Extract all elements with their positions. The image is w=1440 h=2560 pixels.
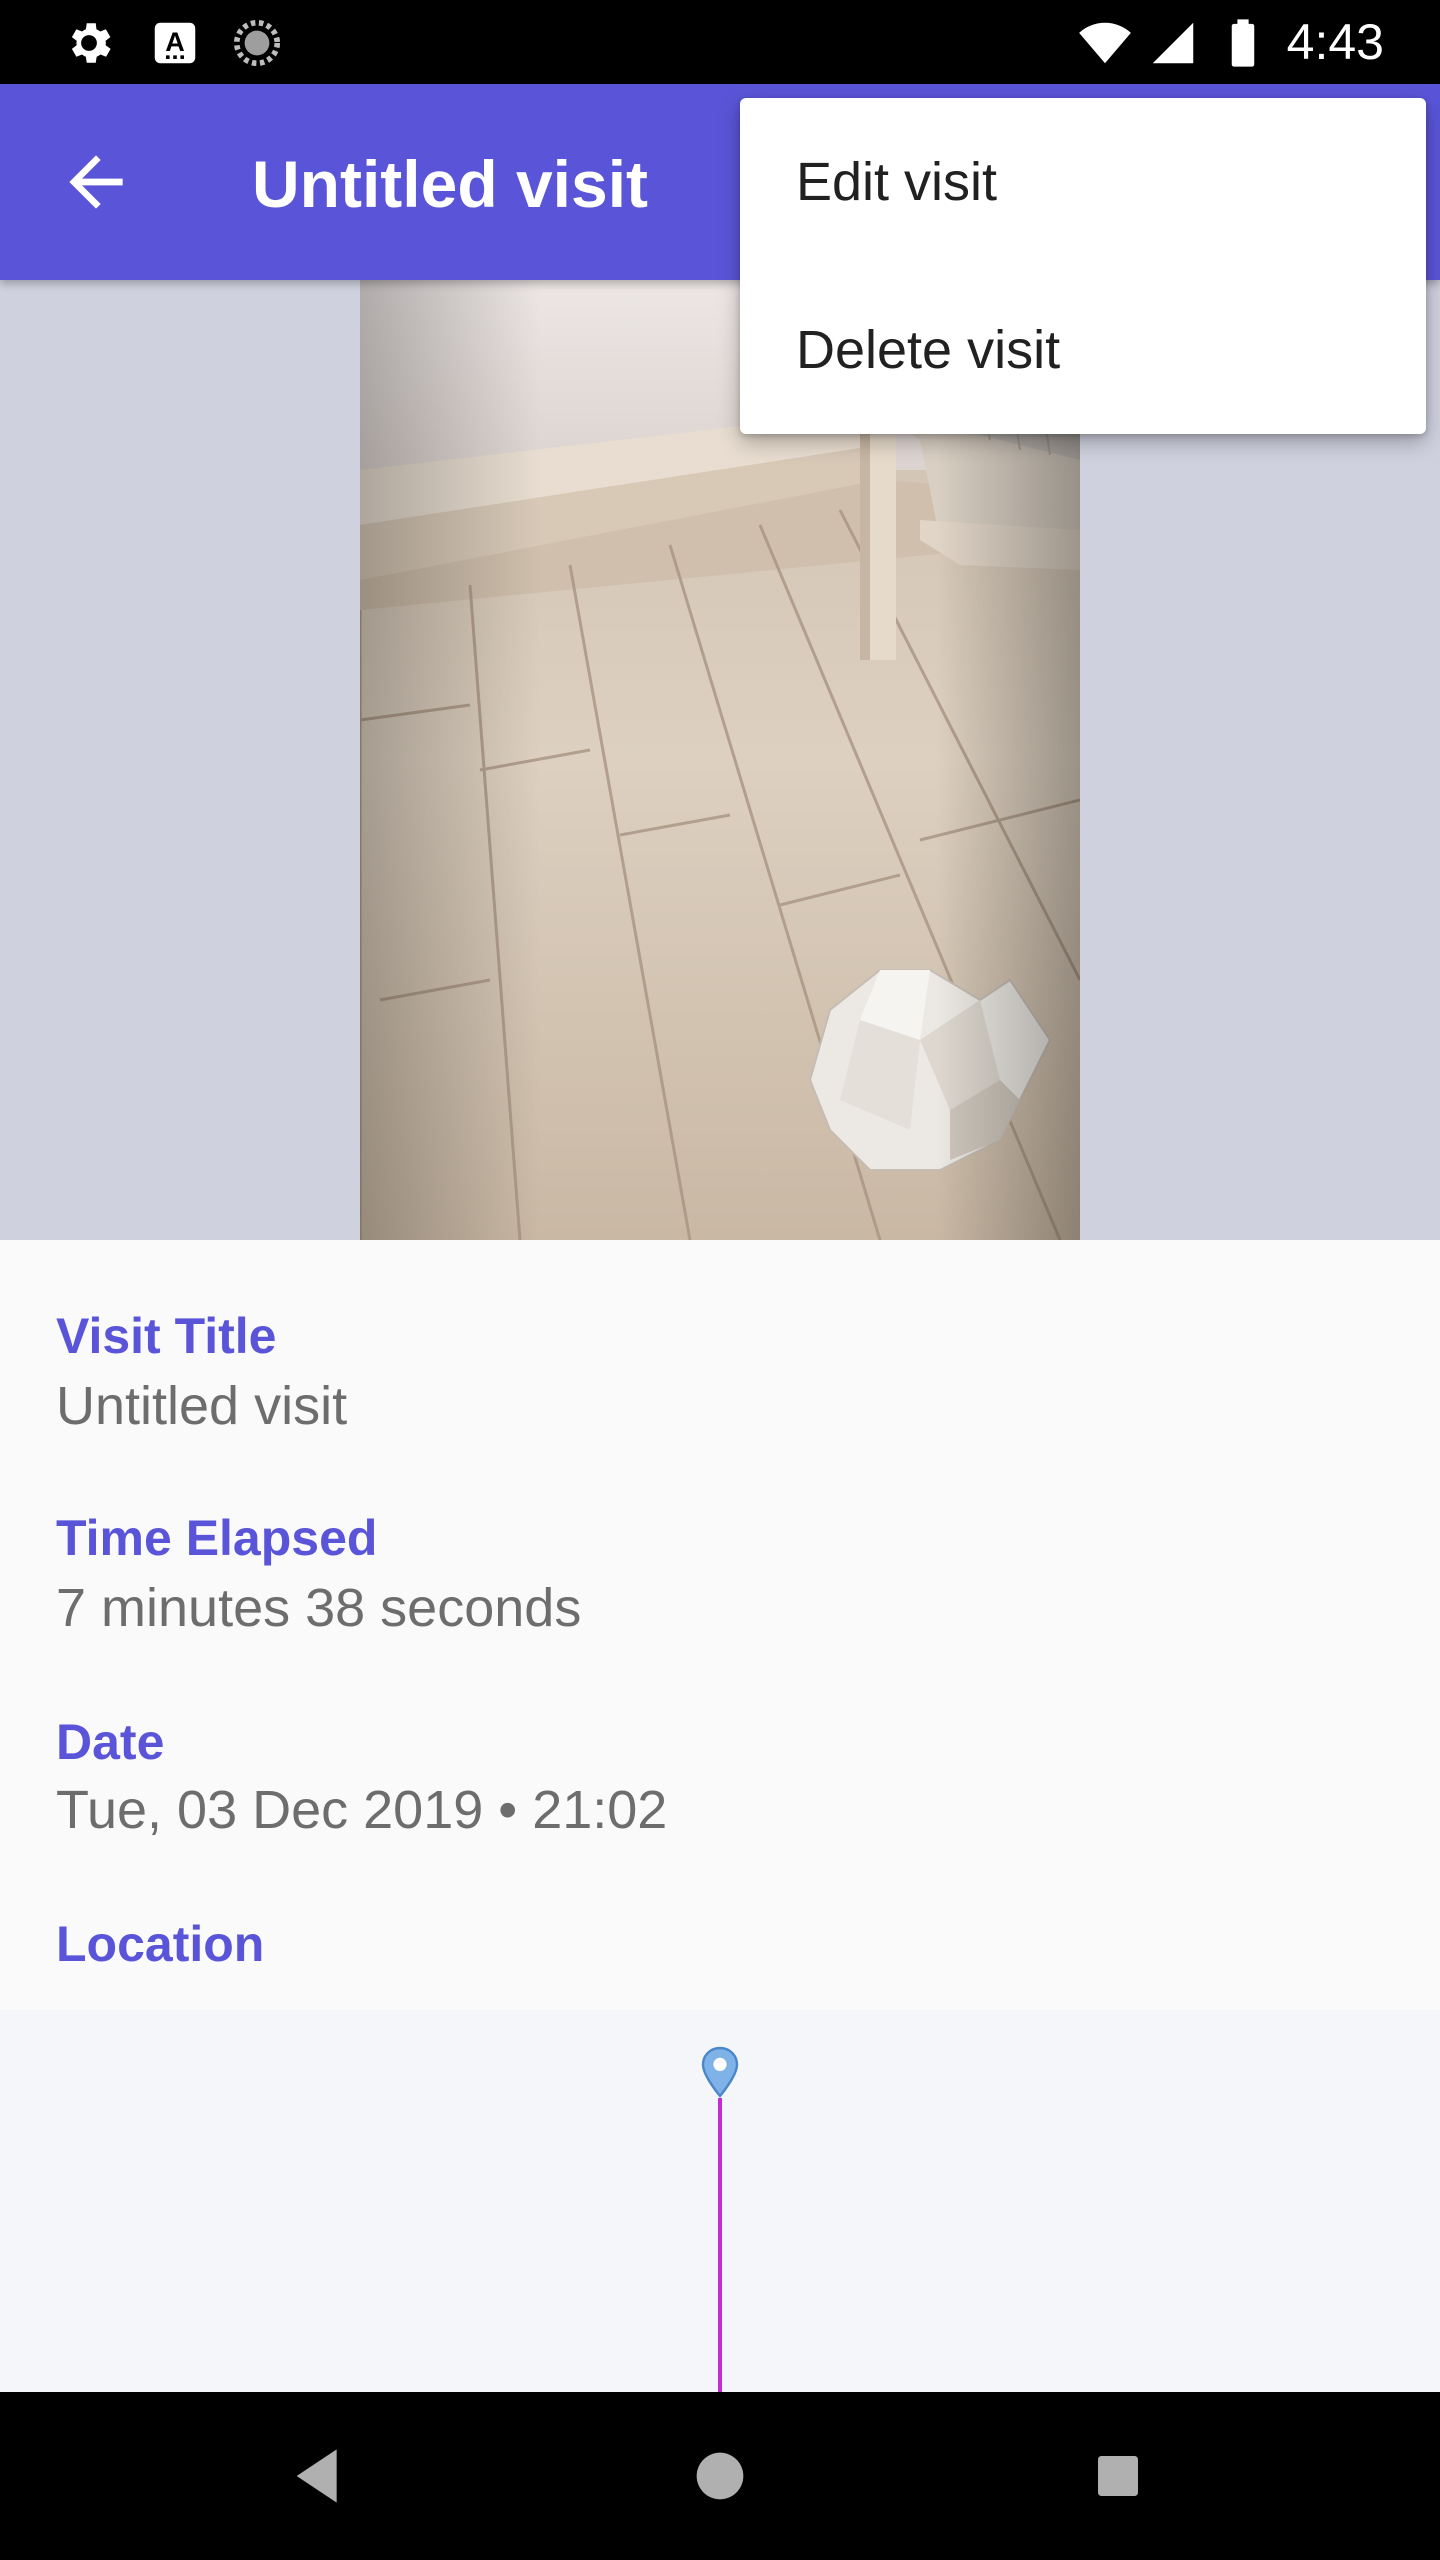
date-value: Tue, 03 Dec 2019 • 21:02: [56, 1780, 668, 1840]
signal-icon: [1152, 22, 1194, 64]
overflow-menu: Edit visit Delete visit: [740, 98, 1426, 434]
menu-item-delete-visit[interactable]: Delete visit: [740, 266, 1426, 434]
location-label: Location: [56, 1916, 265, 1972]
route-line: [718, 2098, 722, 2392]
keyboard-a-icon: A: [154, 22, 196, 64]
menu-item-label: Edit visit: [796, 152, 998, 212]
time-elapsed-value: 7 minutes 38 seconds: [56, 1578, 582, 1638]
visit-title-value: Untitled visit: [56, 1376, 348, 1436]
recents-square-icon[interactable]: [1078, 2436, 1158, 2516]
location-map[interactable]: [0, 2010, 1440, 2392]
visit-details: Visit Title Untitled visit Time Elapsed …: [0, 1240, 1440, 2010]
date-label: Date: [56, 1714, 165, 1770]
system-nav-bar: [0, 2392, 1440, 2560]
sync-spinner-icon: [233, 19, 281, 67]
svg-text:A: A: [165, 27, 185, 57]
back-arrow-icon[interactable]: [56, 142, 136, 222]
status-clock: 4:43: [1286, 14, 1384, 70]
gear-icon: [71, 23, 111, 63]
menu-item-label: Delete visit: [796, 320, 1061, 380]
back-triangle-icon[interactable]: [280, 2436, 360, 2516]
map-pin-icon[interactable]: [700, 2046, 740, 2098]
page-title: Untitled visit: [252, 147, 649, 221]
time-elapsed-label: Time Elapsed: [56, 1510, 378, 1566]
status-bar: A 4:43: [0, 0, 1440, 84]
menu-item-edit-visit[interactable]: Edit visit: [740, 98, 1426, 266]
visit-title-label: Visit Title: [56, 1308, 277, 1364]
wifi-icon: [1079, 22, 1131, 64]
battery-icon: [1231, 19, 1255, 67]
home-circle-icon[interactable]: [680, 2436, 760, 2516]
